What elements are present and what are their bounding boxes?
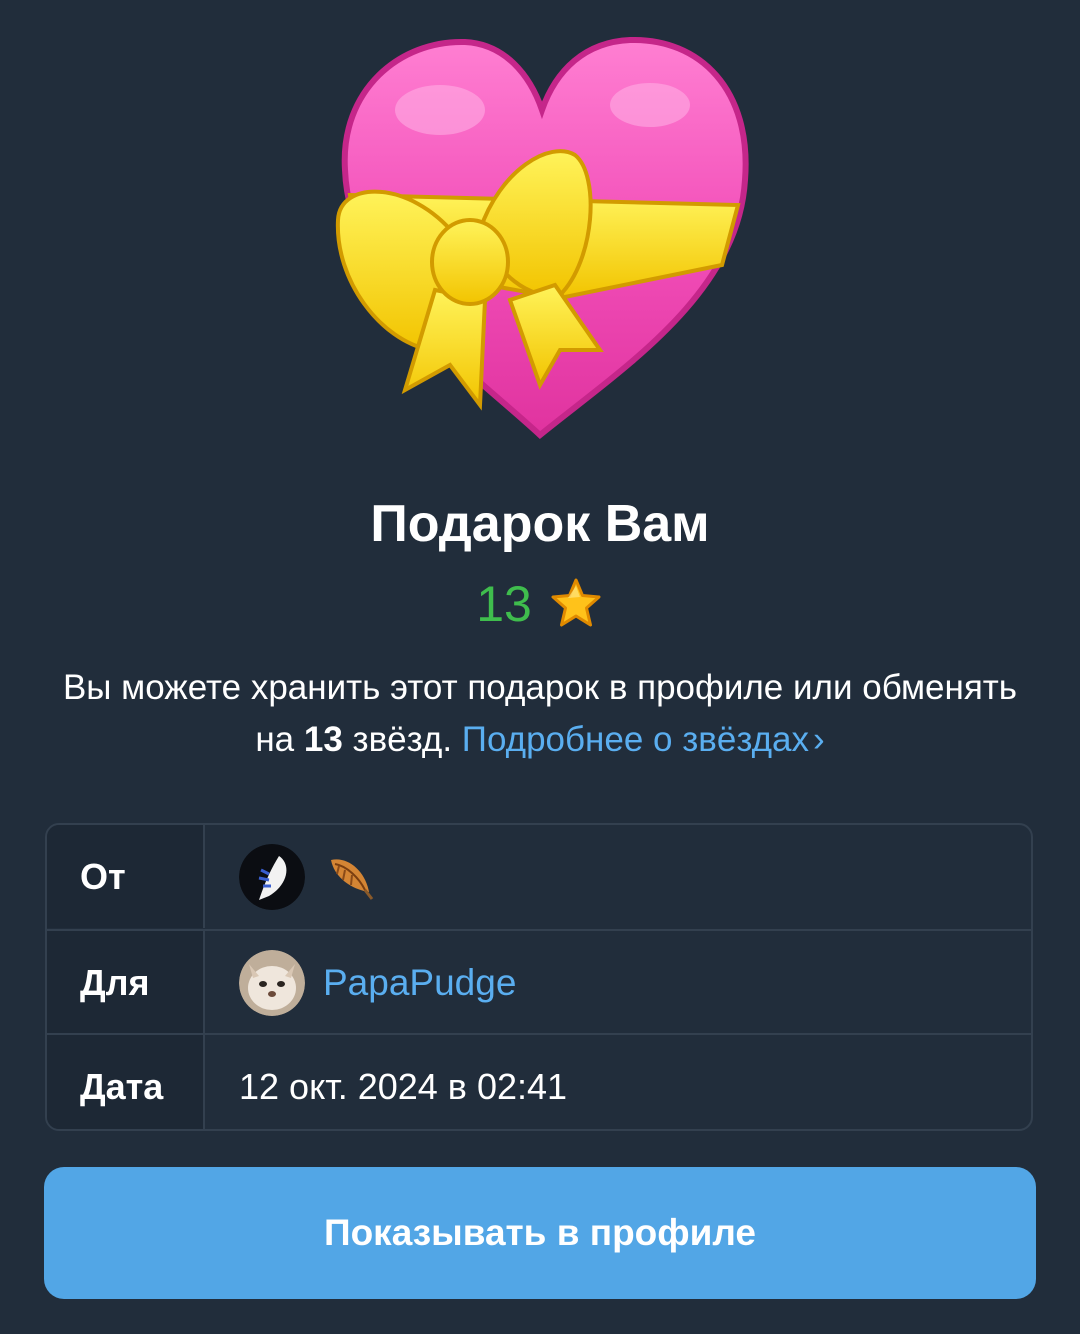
feather-icon (331, 858, 374, 900)
chevron-right-icon[interactable]: › (813, 714, 825, 766)
to-value[interactable]: PapaPudge (205, 931, 1031, 1034)
details-row-date: Дата 12 окт. 2024 в 02:41 (47, 1033, 1031, 1129)
details-row-from: От (47, 825, 1031, 928)
gift-title: Подарок Вам (370, 495, 710, 553)
date-label: Дата (47, 1035, 205, 1129)
gift-sheet: Подарок Вам 13 Вы можете хранить этот по… (0, 0, 1080, 1334)
show-in-profile-button[interactable]: Показывать в профиле (44, 1167, 1036, 1299)
date-value: 12 окт. 2024 в 02:41 (239, 1065, 568, 1107)
recipient-avatar[interactable] (239, 949, 305, 1016)
from-label: От (47, 825, 205, 928)
gift-details-table: От Для PapaPudge Дата 12 окт. 2024 в 02:… (45, 823, 1033, 1131)
from-value[interactable] (205, 825, 1031, 928)
star-icon (551, 578, 601, 627)
learn-more-stars-link[interactable]: Подробнее о звёздах (462, 720, 809, 759)
description-amount: 13 (303, 720, 343, 759)
details-row-to: Для PapaPudge (47, 929, 1031, 1034)
recipient-username[interactable]: PapaPudge (323, 962, 516, 1004)
to-label: Для (47, 931, 205, 1034)
description-text-after: звёзд. (342, 720, 462, 759)
sender-avatar[interactable] (239, 843, 305, 910)
price-value: 13 (476, 576, 532, 632)
gift-description: Вы можете хранить этот подарок в профиле… (60, 662, 1020, 766)
heart-with-ribbon-icon (335, 36, 749, 439)
gift-price: 13 (0, 572, 1080, 636)
